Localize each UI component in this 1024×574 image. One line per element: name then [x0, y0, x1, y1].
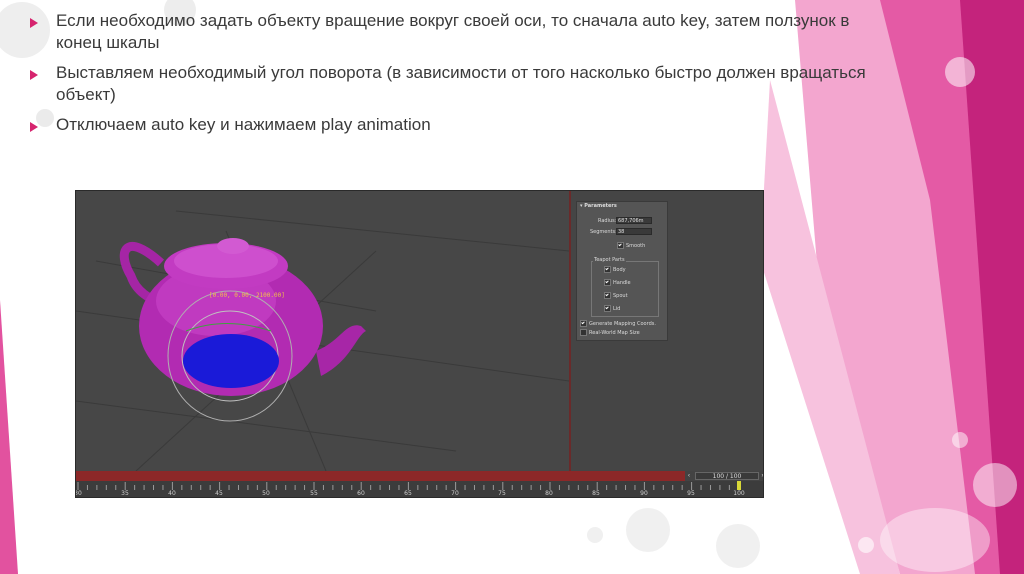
handle-label: Handle: [613, 280, 631, 286]
bullet-item: Если необходимо задать объекту вращение …: [30, 10, 870, 54]
checkbox-icon: [604, 266, 611, 273]
prev-frame-icon[interactable]: ‹: [685, 472, 693, 480]
bullet-arrow-icon: [30, 18, 38, 28]
bullet-list: Если необходимо задать объекту вращение …: [30, 10, 870, 144]
real-world-checkbox[interactable]: Real-World Map Size: [580, 329, 640, 336]
segments-spinner[interactable]: 38: [616, 228, 652, 235]
teapot-spout: [316, 325, 366, 376]
water-drop: [716, 524, 760, 568]
pink-shape: [960, 0, 1024, 574]
body-checkbox[interactable]: Body: [604, 266, 626, 273]
generate-mapping-checkbox[interactable]: Generate Mapping Coords.: [580, 320, 656, 327]
ruler-label: 85: [592, 490, 600, 497]
radius-spinner[interactable]: 687,706m: [616, 217, 652, 224]
smooth-label: Smooth: [626, 243, 646, 249]
water-drop: [626, 508, 670, 552]
water-drop: [973, 463, 1017, 507]
bullet-item: Отключаем auto key и нажимаем play anima…: [30, 114, 870, 136]
coordinate-readout: [0.00, 0.00, 2100.00]: [209, 292, 285, 299]
generate-mapping-label: Generate Mapping Coords.: [589, 321, 656, 327]
ruler-label: 75: [498, 490, 506, 497]
water-drop: [945, 57, 975, 87]
3dsmax-screenshot: [0.00, 0.00, 2100.00] ▾ Parameters Radiu…: [75, 190, 764, 498]
ruler-label: 95: [687, 490, 695, 497]
water-drop: [952, 432, 968, 448]
spout-checkbox[interactable]: Spout: [604, 292, 628, 299]
teapot-parts-title: Teapot Parts: [593, 257, 626, 263]
checkbox-icon: [617, 242, 624, 249]
bullet-arrow-icon: [30, 70, 38, 80]
command-panel: ▾ Parameters Radius: 687,706m Segments: …: [569, 191, 763, 471]
ruler-label: 65: [404, 490, 412, 497]
segments-label: Segments:: [590, 229, 617, 235]
teapot-knob: [217, 238, 249, 254]
parameters-rollout[interactable]: ▾ Parameters Radius: 687,706m Segments: …: [576, 201, 668, 341]
spout-label: Spout: [613, 293, 628, 299]
bullet-text: Отключаем auto key и нажимаем play anima…: [56, 115, 431, 134]
checkbox-icon: [604, 292, 611, 299]
next-frame-icon[interactable]: ›: [760, 472, 764, 480]
ruler-label: 55: [310, 490, 318, 497]
time-slider-frame-display[interactable]: 100 / 100: [695, 472, 759, 480]
ruler-label: 45: [215, 490, 223, 497]
checkbox-icon: [604, 305, 611, 312]
handle-checkbox[interactable]: Handle: [604, 279, 631, 286]
water-drop: [858, 537, 874, 553]
radius-label: Radius:: [598, 218, 617, 224]
pink-shape: [880, 0, 1024, 574]
smooth-checkbox[interactable]: Smooth: [617, 242, 645, 249]
ruler-label: 30: [76, 490, 82, 497]
ruler-label: 70: [451, 490, 459, 497]
bullet-text: Если необходимо задать объекту вращение …: [56, 11, 850, 52]
viewport-scene: [76, 210, 569, 471]
track-bar-ruler[interactable]: 30 35 40 45 50 55 60 65 70 75 80 85 90 9…: [76, 481, 763, 497]
ruler-ticks: [77, 482, 740, 490]
time-slider-track[interactable]: [76, 471, 685, 481]
real-world-label: Real-World Map Size: [589, 330, 640, 336]
ruler-label: 50: [262, 490, 270, 497]
checkbox-icon: [580, 320, 587, 327]
ruler-label: 100: [733, 490, 745, 497]
ruler-label: 40: [168, 490, 176, 497]
pink-shape: [0, 300, 18, 574]
lid-checkbox[interactable]: Lid: [604, 305, 620, 312]
parameters-title[interactable]: ▾ Parameters: [580, 203, 617, 209]
segments-value: 38: [618, 229, 625, 235]
lid-label: Lid: [613, 306, 621, 312]
perspective-viewport[interactable]: [0.00, 0.00, 2100.00]: [76, 191, 569, 471]
body-label: Body: [613, 267, 626, 273]
water-drop: [880, 508, 990, 572]
water-drop: [587, 527, 603, 543]
ruler-label: 35: [121, 490, 129, 497]
radius-value: 687,706m: [618, 218, 644, 224]
checkbox-icon: [580, 329, 587, 336]
pink-shape: [760, 80, 900, 574]
bullet-item: Выставляем необходимый угол поворота (в …: [30, 62, 870, 106]
bullet-arrow-icon: [30, 122, 38, 132]
checkbox-icon: [604, 279, 611, 286]
bullet-text: Выставляем необходимый угол поворота (в …: [56, 63, 866, 104]
ruler-label: 80: [545, 490, 553, 497]
ruler-label: 90: [640, 490, 648, 497]
selection-disc: [183, 334, 279, 388]
parameters-title-text: Parameters: [584, 203, 617, 209]
current-frame-marker: [737, 481, 741, 490]
ruler-label: 60: [357, 490, 365, 497]
